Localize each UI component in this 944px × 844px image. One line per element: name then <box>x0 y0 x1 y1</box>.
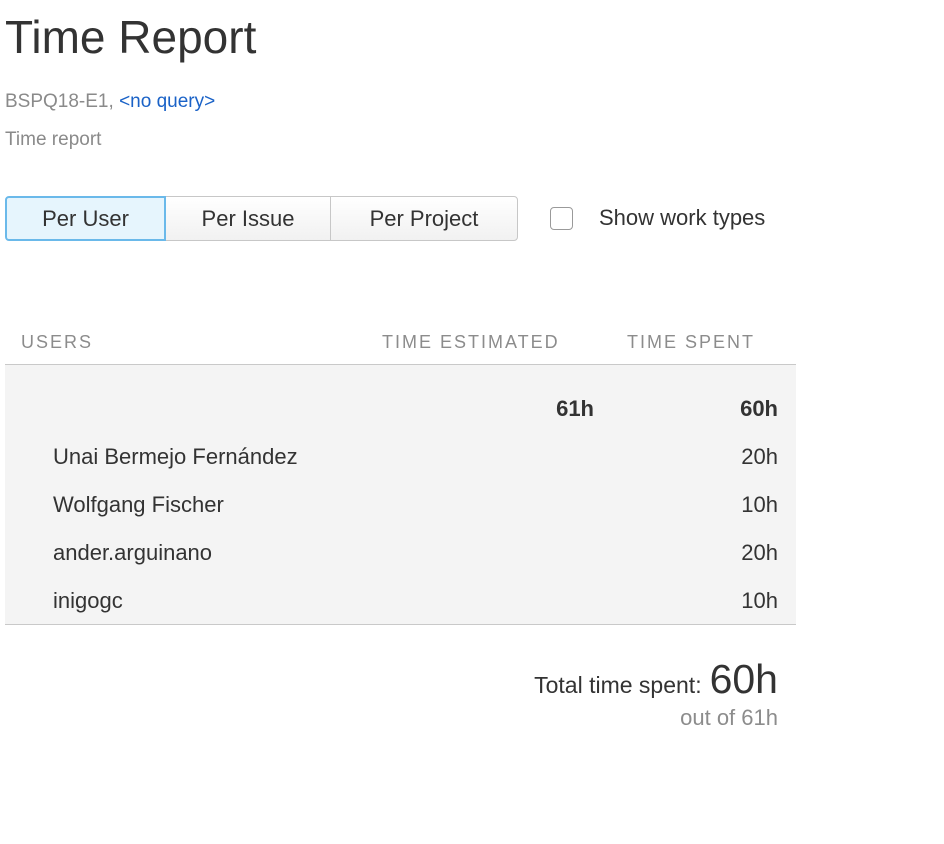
table-row: ander.arguinano 20h <box>5 533 796 573</box>
user-name: Unai Bermejo Fernández <box>53 444 298 469</box>
show-work-types-toggle[interactable]: Show work types <box>550 205 765 231</box>
user-name: Wolfgang Fischer <box>53 492 224 517</box>
report-context: BSPQ18-E1, <no query> <box>5 90 215 114</box>
user-name: inigogc <box>53 588 123 613</box>
show-work-types-label: Show work types <box>599 205 766 230</box>
user-name: ander.arguinano <box>53 540 213 565</box>
user-spent: 20h <box>741 540 778 565</box>
user-spent: 10h <box>741 588 778 613</box>
table-row: Wolfgang Fischer 10h <box>5 485 796 525</box>
table-row: Unai Bermejo Fernández 20h <box>5 437 796 477</box>
tab-per-user[interactable]: Per User <box>5 196 166 241</box>
tab-per-issue[interactable]: Per Issue <box>165 196 331 241</box>
query-link[interactable]: <no query> <box>119 91 215 112</box>
grouping-tabs: Per User Per Issue Per Project <box>5 196 518 243</box>
user-spent: 10h <box>741 492 778 517</box>
table-total-row: 61h 60h <box>5 389 796 429</box>
table-header: USERS TIME ESTIMATED TIME SPENT <box>5 330 796 365</box>
total-time-estimated: out of 61h <box>680 705 778 730</box>
project-key: BSPQ18-E1, <box>5 91 114 112</box>
column-header-users: USERS <box>21 332 94 352</box>
table-row: inigogc 10h <box>5 581 796 621</box>
page-title: Time Report <box>5 11 257 63</box>
tab-per-project[interactable]: Per Project <box>330 196 518 241</box>
total-estimated: 61h <box>556 396 594 421</box>
total-time-spent-label: Total time spent: <box>534 672 702 698</box>
time-table-body: 61h 60h Unai Bermejo Fernández 20h Wolfg… <box>5 365 796 625</box>
column-header-time-estimated: TIME ESTIMATED <box>382 332 560 352</box>
total-summary: Total time spent: 60h out of 61h <box>534 656 778 731</box>
report-description: Time report <box>5 129 102 150</box>
total-spent: 60h <box>740 396 778 421</box>
show-work-types-checkbox[interactable] <box>550 206 573 230</box>
user-spent: 20h <box>741 444 778 469</box>
column-header-time-spent: TIME SPENT <box>627 332 756 352</box>
total-time-spent-value: 60h <box>709 656 778 702</box>
